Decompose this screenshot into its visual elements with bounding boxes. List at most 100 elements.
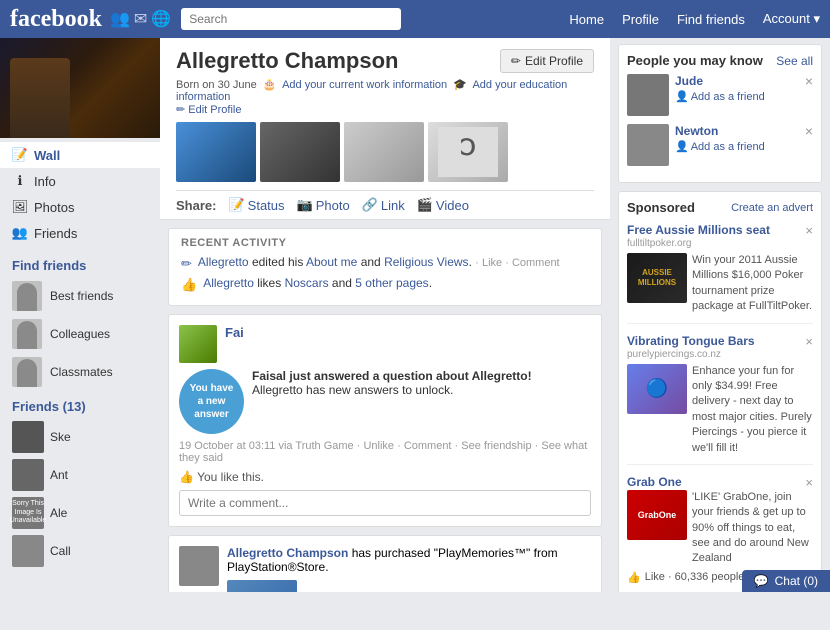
photo-thumb-4[interactable]: Ↄ xyxy=(428,122,508,182)
purchase-thumb-box[interactable]: PlayMemories xyxy=(227,580,297,592)
ad-grabone-title[interactable]: Grab One xyxy=(627,475,813,489)
friends-section-header[interactable]: Friends (13) xyxy=(0,391,160,418)
ad-poker-title[interactable]: Free Aussie Millions seat xyxy=(627,223,813,237)
fai-name[interactable]: Fai xyxy=(225,325,244,340)
fai-post-header: Fai xyxy=(179,325,591,363)
comment-link-fai[interactable]: Comment xyxy=(404,440,452,452)
suggestion-avatar-2 xyxy=(12,319,42,349)
ad-grabone-close[interactable]: × xyxy=(805,475,813,490)
share-status[interactable]: 📝 Status xyxy=(228,197,284,213)
friend-ale[interactable]: Sorry This Image Is Unavailable Ale xyxy=(0,494,160,532)
share-link[interactable]: 🔗 Link xyxy=(362,197,405,213)
notifications-icon[interactable]: 🌐 xyxy=(151,9,171,29)
fai-time-text: 19 October at 03:11 via Truth Game xyxy=(179,440,354,452)
nav-icons: 👥 ✉ 🌐 xyxy=(110,9,171,29)
suggestion-colleagues[interactable]: Colleagues xyxy=(0,315,160,353)
info-icon: ℹ xyxy=(12,173,28,189)
ad-tongue-text: Enhance your fun for only $34.99! Free d… xyxy=(692,364,813,456)
share-photo[interactable]: 📷 Photo xyxy=(297,197,350,213)
other-pages-link[interactable]: 5 other pages xyxy=(355,276,428,290)
jude-add-friend[interactable]: 👤 Add as a friend xyxy=(675,90,765,103)
photo-thumb-3[interactable] xyxy=(344,122,424,182)
ad-poker-domain: fulltiltpoker.org xyxy=(627,238,813,249)
people-see-all[interactable]: See all xyxy=(776,54,813,68)
activity-text-2: Allegretto likes Noscars and 5 other pag… xyxy=(203,276,432,290)
comment-input-fai[interactable] xyxy=(179,490,591,516)
sidebar-item-friends[interactable]: 👥 Friends xyxy=(0,220,160,246)
chat-bar[interactable]: 💬 Chat (0) xyxy=(742,570,830,592)
purchase-author[interactable]: Allegretto Champson xyxy=(227,546,348,560)
suggestion-classmates[interactable]: Classmates xyxy=(0,353,160,391)
sidebar-item-photos[interactable]: 🖼 Photos xyxy=(0,194,160,220)
ad-tongue-domain: purelypiercings.co.nz xyxy=(627,349,813,360)
jude-close-button[interactable]: × xyxy=(805,74,813,88)
suggestion-avatar-1 xyxy=(12,281,42,311)
see-friendship-link[interactable]: See friendship xyxy=(461,440,531,452)
photo-thumb-1[interactable] xyxy=(176,122,256,182)
answer-bubble[interactable]: You havea newanswer xyxy=(179,369,244,434)
nav-account[interactable]: Account ▾ xyxy=(763,11,820,27)
sidebar-item-wall[interactable]: 📝 Wall xyxy=(0,142,160,168)
jude-add-label: Add as a friend xyxy=(691,91,765,103)
camera-icon: 📷 xyxy=(297,197,313,213)
nav-find-friends[interactable]: Find friends xyxy=(677,12,745,27)
activity-actions-1: · Like · Comment xyxy=(475,257,559,269)
suggestion-name-1: Best friends xyxy=(50,289,113,303)
friends-request-icon[interactable]: 👥 xyxy=(110,9,130,29)
share-bar: Share: 📝 Status 📷 Photo 🔗 Link 🎬 Video xyxy=(176,190,594,219)
people-you-may-know-section: People you may know See all Jude 👤 Add a… xyxy=(618,44,822,183)
ad-poker-image[interactable]: AUSSIEMILLIONS xyxy=(627,253,687,303)
sidebar-friends-label: Friends xyxy=(34,226,77,241)
ad-poker: × Free Aussie Millions seat fulltiltpoke… xyxy=(627,223,813,324)
add-work-link[interactable]: Add your current work information xyxy=(282,79,447,91)
add-friend-icon-newton: 👤 xyxy=(675,140,689,153)
like-link-1[interactable]: Like xyxy=(482,257,502,269)
jude-name[interactable]: Jude xyxy=(675,74,765,88)
fai-post: Fai You havea newanswer Faisal just answ… xyxy=(168,314,602,527)
newton-add-friend[interactable]: 👤 Add as a friend xyxy=(675,140,765,153)
activity-text-1: Allegretto edited his About me and Relig… xyxy=(198,255,560,269)
create-advert-link[interactable]: Create an advert xyxy=(731,202,813,214)
comment-link-1[interactable]: Comment xyxy=(512,257,560,269)
search-input[interactable] xyxy=(181,8,401,30)
friend-ske[interactable]: Ske xyxy=(0,418,160,456)
purchase-post: Allegretto Champson has purchased "PlayM… xyxy=(168,535,602,592)
friend-call[interactable]: Call xyxy=(0,532,160,570)
ad-tongue-close[interactable]: × xyxy=(805,334,813,349)
photo-label: Photo xyxy=(316,198,350,213)
recent-activity-box: RECENT ACTIVITY ✏ Allegretto edited his … xyxy=(168,228,602,306)
photo-thumb-2[interactable] xyxy=(260,122,340,182)
ad-tongue-title[interactable]: Vibrating Tongue Bars xyxy=(627,334,813,348)
edit-profile-button[interactable]: ✏ Edit Profile xyxy=(500,49,594,73)
religious-views-link[interactable]: Religious Views xyxy=(384,255,469,269)
edit-profile-link[interactable]: ✏ Edit Profile xyxy=(176,104,241,116)
about-me-link[interactable]: About me xyxy=(306,255,357,269)
people-item-jude: Jude 👤 Add as a friend × xyxy=(627,74,813,116)
ad-grabone-image[interactable]: GrabOne xyxy=(627,490,687,540)
nav-profile[interactable]: Profile xyxy=(622,12,659,27)
grabone-image-text: GrabOne xyxy=(636,508,679,522)
friend-name-call: Call xyxy=(50,544,71,558)
allegretto-link-1[interactable]: Allegretto xyxy=(198,255,249,269)
jude-photo xyxy=(627,74,669,116)
newton-name[interactable]: Newton xyxy=(675,124,765,138)
fai-post-meta: Fai xyxy=(225,325,244,340)
nav-home[interactable]: Home xyxy=(569,12,604,27)
suggestion-name-2: Colleagues xyxy=(50,327,110,341)
sidebar-item-info[interactable]: ℹ Info xyxy=(0,168,160,194)
allegretto-link-2[interactable]: Allegretto xyxy=(203,276,254,290)
noscars-link[interactable]: Noscars xyxy=(285,276,329,290)
fai-subtext: Allegretto has new answers to unlock. xyxy=(252,383,532,397)
suggestion-best-friends[interactable]: Best friends xyxy=(0,277,160,315)
edit-activity-icon: ✏ xyxy=(181,256,192,272)
friend-ant[interactable]: Ant xyxy=(0,456,160,494)
newton-close-button[interactable]: × xyxy=(805,124,813,138)
messages-icon[interactable]: ✉ xyxy=(134,9,147,29)
suggestion-avatar-3 xyxy=(12,357,42,387)
link-icon: 🔗 xyxy=(362,197,378,213)
unlike-link[interactable]: Unlike xyxy=(363,440,394,452)
ad-poker-close[interactable]: × xyxy=(805,223,813,238)
find-friends-header[interactable]: Find friends xyxy=(0,250,160,277)
share-video[interactable]: 🎬 Video xyxy=(417,197,469,213)
ad-tongue-image[interactable]: 🔵 xyxy=(627,364,687,414)
